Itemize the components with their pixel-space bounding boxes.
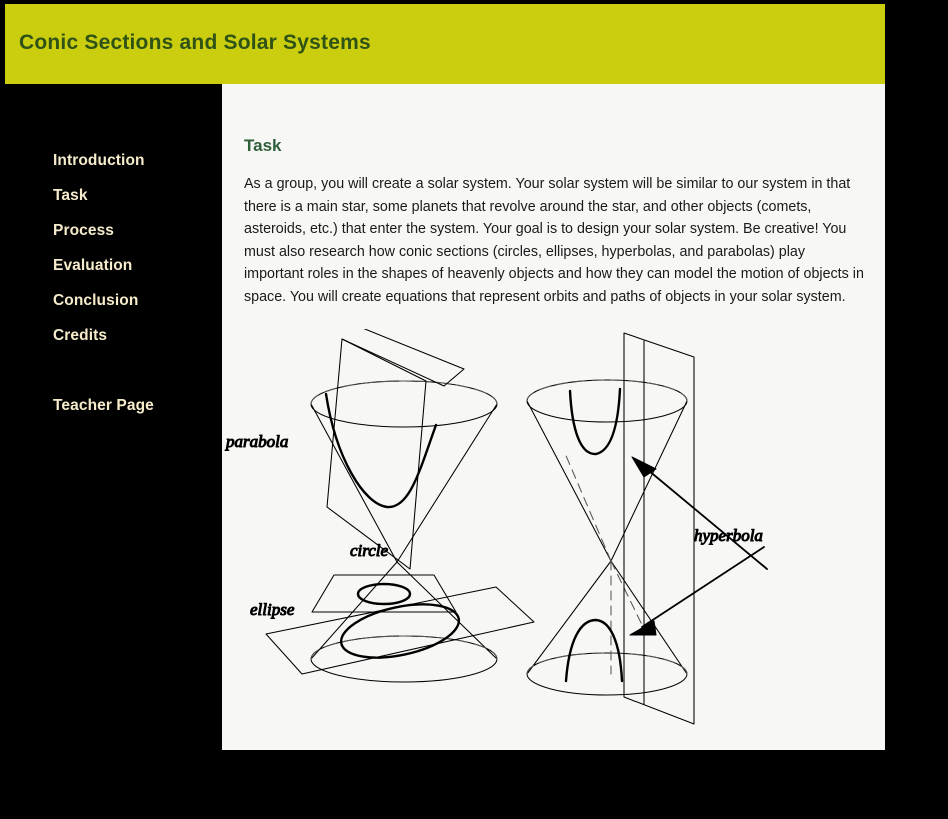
upper-cone-right-edge bbox=[396, 403, 498, 563]
right-lower-right-edge bbox=[610, 560, 688, 675]
upper-cone-left-edge bbox=[310, 403, 398, 563]
hyperbola-arrow-lower-line bbox=[641, 546, 765, 628]
sidebar-item-teacher-page[interactable]: Teacher Page bbox=[53, 397, 154, 415]
content-panel: Task As a group, you will create a solar… bbox=[222, 84, 885, 750]
upper-rim-hidden-arc bbox=[310, 380, 498, 405]
ellipse-curve bbox=[339, 603, 461, 659]
ellipse-plane-quad bbox=[265, 586, 535, 675]
task-description-text: As a group, you will create a solar syst… bbox=[244, 176, 864, 305]
right-upper-right-edge bbox=[610, 400, 688, 562]
sidebar-item-evaluation[interactable]: Evaluation bbox=[53, 257, 132, 275]
sidebar-item-task[interactable]: Task bbox=[53, 187, 88, 205]
parabola-label: parabola bbox=[225, 432, 288, 451]
sidebar-item-conclusion[interactable]: Conclusion bbox=[53, 292, 138, 310]
right-lower-rim bbox=[526, 652, 688, 696]
right-lower-rim-hidden bbox=[526, 652, 688, 675]
hyperbola-callout-arrows bbox=[629, 456, 768, 636]
page-title: Conic Sections and Solar Systems bbox=[19, 31, 371, 54]
parabola-curve bbox=[324, 392, 438, 509]
lower-cone-right-edge bbox=[396, 561, 498, 660]
parabola-plane-top-edge bbox=[341, 322, 465, 387]
parabola-plane bbox=[326, 338, 427, 570]
circle-plane-quad bbox=[311, 574, 457, 613]
right-upper-left-edge bbox=[526, 400, 612, 562]
hyperbola-arrow-lower-head bbox=[629, 620, 657, 636]
upper-cone-rim bbox=[310, 380, 498, 428]
hyperbola-label: hyperbola bbox=[694, 526, 763, 545]
page-banner: Conic Sections and Solar Systems bbox=[5, 4, 885, 84]
circle-curve bbox=[356, 582, 412, 606]
lower-cone-rim bbox=[310, 635, 498, 683]
right-upper-rim-hidden bbox=[526, 379, 688, 402]
hyperbola-lower-branch bbox=[564, 618, 624, 683]
circle-plane bbox=[311, 574, 457, 613]
conic-sections-svg: parabola circle ellipse hyperbola bbox=[224, 322, 768, 725]
right-upper-rim bbox=[526, 379, 688, 423]
hyperbola-plane-quad bbox=[623, 332, 695, 725]
parabola-plane-top-outline bbox=[341, 322, 465, 387]
hyperbola-plane bbox=[623, 332, 695, 725]
right-hidden-generator-lower bbox=[610, 560, 645, 630]
sidebar-item-introduction[interactable]: Introduction bbox=[53, 152, 145, 170]
sidebar-navigation: Introduction Task Process Evaluation Con… bbox=[0, 84, 222, 819]
circle-label: circle bbox=[350, 541, 389, 560]
right-hidden-generator-upper bbox=[563, 450, 612, 562]
hyperbola-arrow-upper-line bbox=[641, 464, 768, 570]
right-double-cone bbox=[526, 379, 688, 696]
sidebar-item-credits[interactable]: Credits bbox=[53, 327, 107, 345]
ellipse-plane bbox=[265, 586, 535, 675]
sidebar-item-process[interactable]: Process bbox=[53, 222, 114, 240]
section-heading: Task bbox=[244, 136, 282, 156]
ellipse-label: ellipse bbox=[250, 600, 295, 619]
conic-sections-figure: parabola circle ellipse hyperbola bbox=[224, 322, 884, 749]
